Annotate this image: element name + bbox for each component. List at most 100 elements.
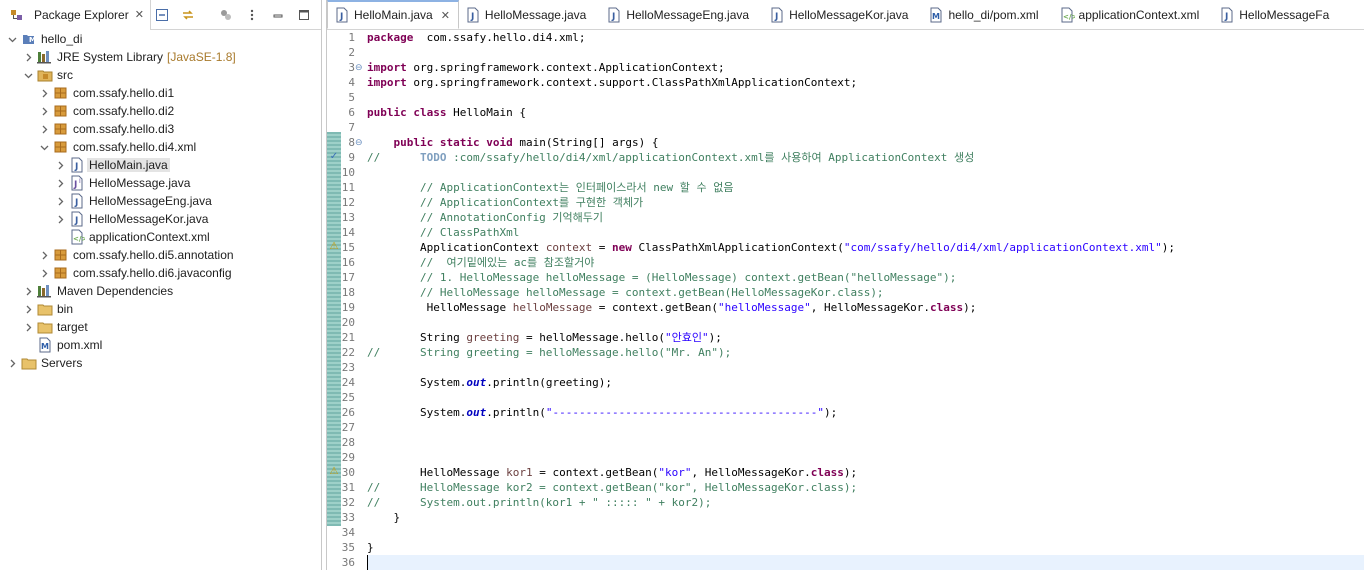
tree-item[interactable]: J HelloMain.java xyxy=(0,156,321,174)
code-line: System.out.println("--------------------… xyxy=(367,405,837,420)
editor-tab[interactable]: J HelloMain.java ✕ xyxy=(327,0,459,29)
maximize-icon[interactable] xyxy=(293,4,315,26)
close-icon[interactable]: ✕ xyxy=(135,8,144,21)
code-line: HelloMessage kor1 = context.getBean("kor… xyxy=(367,465,857,480)
editor-tab[interactable]: J HelloMessageKor.java xyxy=(763,0,922,29)
tree-item-label: Servers xyxy=(41,356,83,370)
code-line: // ApplicationContext는 인터페이스라서 new 할 수 없… xyxy=(367,180,734,195)
editor-tab[interactable]: Mhello_di/pom.xml xyxy=(922,0,1052,29)
code-line: public static void main(String[] args) { xyxy=(367,135,659,150)
tree-item-label: pom.xml xyxy=(57,338,103,352)
line-number: 4 xyxy=(348,76,355,89)
fold-toggle-icon[interactable]: ⊖ xyxy=(355,60,365,75)
tree-item[interactable]: J I HelloMessage.java xyxy=(0,174,321,192)
filters-icon[interactable] xyxy=(215,4,237,26)
tree-item[interactable]: J HelloMessageKor.java xyxy=(0,210,321,228)
java-file-icon: J xyxy=(334,7,350,23)
tree-item[interactable]: com.ssafy.hello.di3 xyxy=(0,120,321,138)
chevron-right-icon[interactable] xyxy=(22,48,34,66)
code-token: out xyxy=(466,376,487,389)
chevron-right-icon[interactable] xyxy=(38,84,50,102)
code-token: // ApplicationContext는 인터페이스라서 new 할 수 없… xyxy=(367,181,734,194)
tree-item[interactable]: bin xyxy=(0,300,321,318)
chevron-right-icon[interactable] xyxy=(54,174,66,192)
chevron-right-icon[interactable] xyxy=(38,246,50,264)
code-token: String xyxy=(367,331,467,344)
source-folder-icon xyxy=(37,67,53,83)
code-token: public xyxy=(367,106,407,119)
chevron-right-icon[interactable] xyxy=(54,192,66,210)
line-number: 33 xyxy=(341,511,355,524)
close-icon[interactable]: ✕ xyxy=(441,9,450,22)
tree-item[interactable]: com.ssafy.hello.di1 xyxy=(0,84,321,102)
fold-toggle-icon[interactable]: ⊖ xyxy=(355,135,365,150)
editor-tab[interactable]: J HelloMessageEng.java xyxy=(600,0,763,29)
tree-item[interactable]: Maven Dependencies xyxy=(0,282,321,300)
svg-text:J: J xyxy=(74,162,78,172)
text-caret xyxy=(367,555,368,570)
tree-item[interactable]: </> applicationContext.xml xyxy=(0,228,321,246)
code-token: helloMessage xyxy=(512,301,593,314)
tree-item[interactable]: Servers xyxy=(0,354,321,372)
line-number: 11 xyxy=(341,181,355,194)
editor-tab-label: hello_di/pom.xml xyxy=(948,7,1039,22)
chevron-right-icon[interactable] xyxy=(22,318,34,336)
warning-icon[interactable]: ⚠ xyxy=(328,466,340,478)
code-token: import xyxy=(367,61,407,74)
chevron-right-icon[interactable] xyxy=(38,120,50,138)
task-icon[interactable]: ✓ xyxy=(328,151,340,163)
chevron-right-icon[interactable] xyxy=(22,282,34,300)
tree-item[interactable]: src xyxy=(0,66,321,84)
chevron-down-icon[interactable] xyxy=(6,30,18,48)
view-menu-icon[interactable] xyxy=(241,4,263,26)
chevron-right-icon[interactable] xyxy=(6,354,18,372)
tree-item[interactable]: com.ssafy.hello.di4.xml xyxy=(0,138,321,156)
explorer-title: Package Explorer xyxy=(34,7,129,22)
line-number: 29 xyxy=(341,451,355,464)
line-number: 36 xyxy=(341,556,355,569)
editor-tab[interactable]: </>applicationContext.xml xyxy=(1053,0,1214,29)
code-token: HelloMain { xyxy=(446,106,526,119)
code-line: // 1. HelloMessage helloMessage = (Hello… xyxy=(367,270,956,285)
minimize-icon[interactable] xyxy=(267,4,289,26)
package-icon xyxy=(53,139,69,155)
warning-icon[interactable]: ⚠ xyxy=(328,241,340,253)
tree-item[interactable]: com.ssafy.hello.di5.annotation xyxy=(0,246,321,264)
code-token: } xyxy=(367,541,374,554)
tree-item[interactable]: com.ssafy.hello.di6.javaconfig xyxy=(0,264,321,282)
tree-item[interactable]: JRE System Library [JavaSE-1.8] xyxy=(0,48,321,66)
code-line: HelloMessage helloMessage = context.getB… xyxy=(367,300,977,315)
chevron-right-icon[interactable] xyxy=(54,210,66,228)
code-token: // 여기밑에있는 ac를 참조할거야 xyxy=(367,256,595,269)
chevron-right-icon[interactable] xyxy=(38,264,50,282)
code-text[interactable]: package com.ssafy.hello.di4.xml; import o… xyxy=(367,30,1364,570)
tree-item[interactable]: J HelloMessageEng.java xyxy=(0,192,321,210)
tree-item[interactable]: Mhello_di xyxy=(0,30,321,48)
line-number: 32 xyxy=(341,496,355,509)
tree-item-label: Maven Dependencies xyxy=(57,284,174,298)
line-number: 35 xyxy=(341,541,355,554)
code-token: :com/ssafy/hello/di4/xml/applicationCont… xyxy=(446,151,975,164)
tree-item-label: HelloMessageEng.java xyxy=(89,194,212,208)
chevron-right-icon[interactable] xyxy=(54,156,66,174)
chevron-down-icon[interactable] xyxy=(22,66,34,84)
editor-tab[interactable]: J HelloMessageFa xyxy=(1213,0,1343,29)
editor-tab[interactable]: J HelloMessage.java xyxy=(459,0,600,29)
code-token: "helloMessage" xyxy=(718,301,811,314)
package-explorer-tab[interactable]: Package Explorer ✕ xyxy=(0,0,151,31)
chevron-right-icon[interactable] xyxy=(38,102,50,120)
collapse-all-icon[interactable] xyxy=(151,4,173,26)
tree-item[interactable]: target xyxy=(0,318,321,336)
chevron-right-icon[interactable] xyxy=(22,300,34,318)
chevron-down-icon[interactable] xyxy=(38,138,50,156)
folder-icon xyxy=(37,301,53,317)
package-explorer-view: Package Explorer ✕ Mhello_di JRE System … xyxy=(0,0,322,570)
java-editor: J HelloMain.java ✕ J HelloMessage.java J Hello… xyxy=(326,0,1364,570)
svg-text:J: J xyxy=(73,180,77,190)
tree-item-label: hello_di xyxy=(41,32,83,46)
tree-item[interactable]: Mpom.xml xyxy=(0,336,321,354)
code-area[interactable]: 1 2 3 ⊖ 4 5 6 7 8 ⊖ 9 ✓ 10 11 12 13 14 15 ⚠ 16 17 18 19 20 21 22 2… xyxy=(327,30,1364,570)
tree-item[interactable]: com.ssafy.hello.di2 xyxy=(0,102,321,120)
toolbar-separator xyxy=(203,4,211,26)
link-with-editor-icon[interactable] xyxy=(177,4,199,26)
